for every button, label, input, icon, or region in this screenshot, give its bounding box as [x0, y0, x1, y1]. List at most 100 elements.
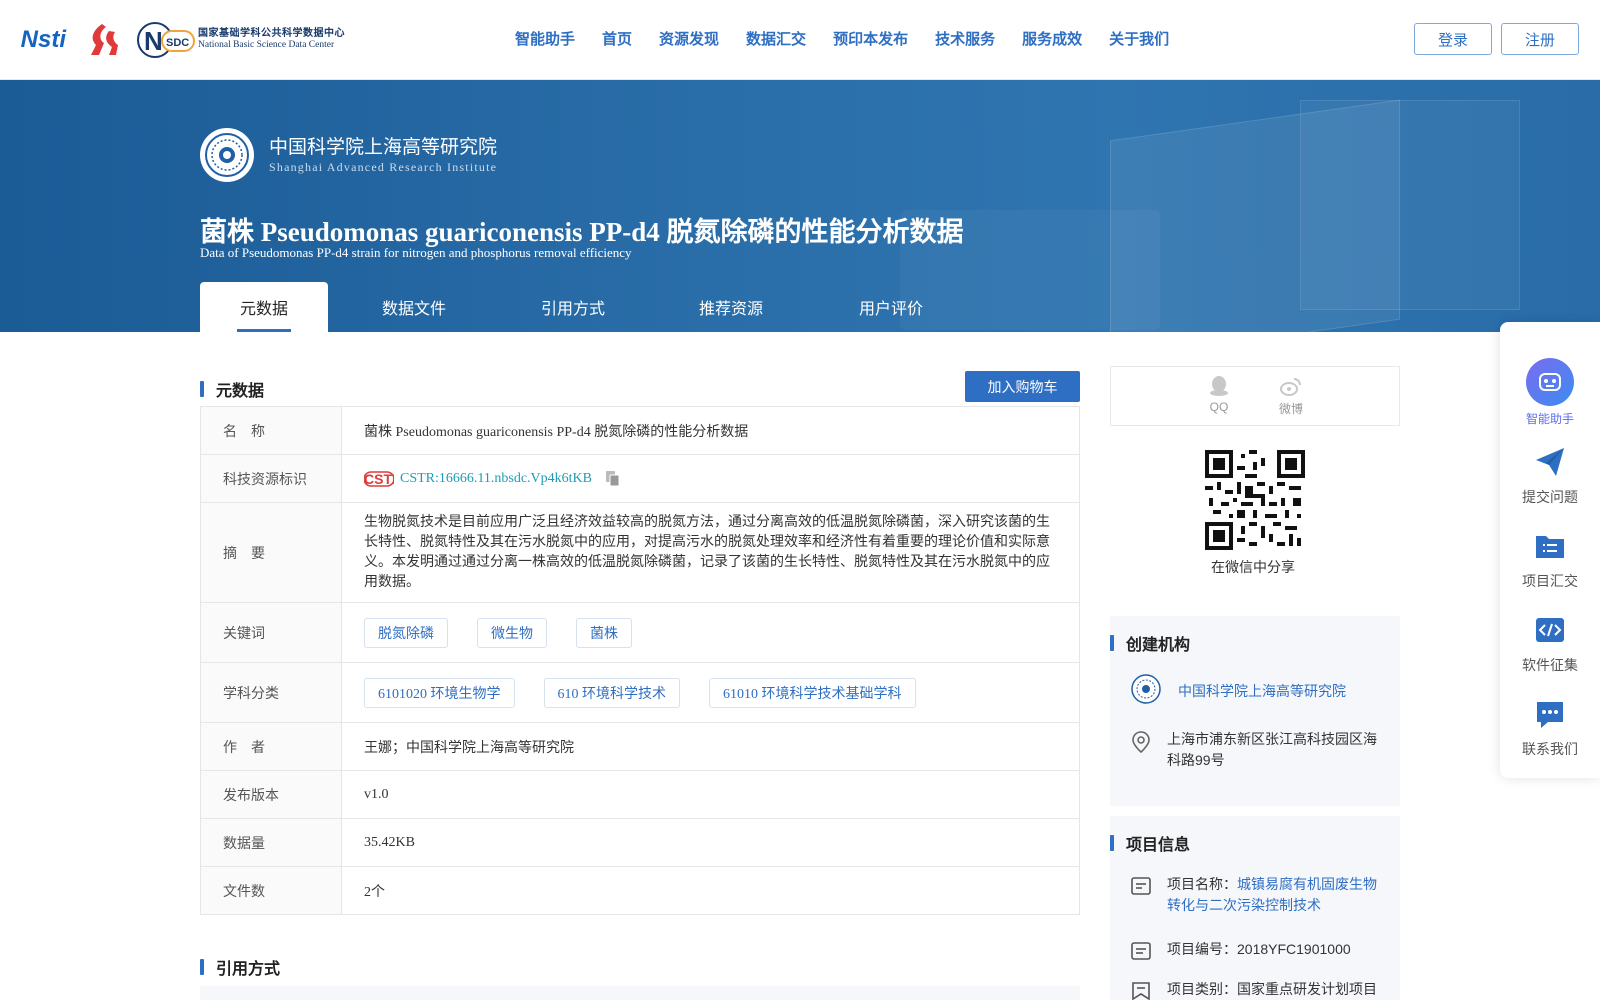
red-swirl-logo[interactable] — [82, 21, 120, 59]
subject-cell: 6101020 环境生物学 610 环境科学技术 61010 环境科学技术基础学… — [342, 663, 1079, 722]
metadata-section-header: 元数据 — [200, 377, 264, 401]
table-row: 学科分类 6101020 环境生物学 610 环境科学技术 61010 环境科学… — [201, 663, 1079, 723]
size-label: 数据量 — [201, 819, 342, 866]
share-box: QQ 微博 — [1110, 366, 1400, 426]
org-address: 上海市浦东新区张江高科技园区海科路99号 — [1167, 731, 1377, 768]
share-qq-button[interactable]: QQ — [1199, 375, 1239, 414]
side-software-label: 软件征集 — [1522, 657, 1578, 673]
side-assistant-label: 智能助手 — [1525, 412, 1574, 426]
nav-about[interactable]: 关于我们 — [1109, 28, 1169, 49]
nsti-logo[interactable]: Nsti — [0, 23, 66, 57]
side-project-submit-label: 项目汇交 — [1522, 573, 1578, 589]
org-name-row: 中国科学院上海高等研究院 — [1131, 672, 1346, 706]
project-type-label: 项目类别： — [1167, 981, 1237, 997]
citation-section-title: 引用方式 — [216, 961, 281, 978]
project-name: 项目名称：城镇易腐有机固废生物转化与二次污染控制技术 — [1167, 874, 1382, 916]
author-value: 王娜；中国科学院上海高等研究院 — [364, 740, 574, 756]
institute-name-en: Shanghai Advanced Research Institute — [269, 160, 498, 174]
project-name-row: 项目名称：城镇易腐有机固废生物转化与二次污染控制技术 — [1131, 874, 1382, 916]
nav-home[interactable]: 首页 — [602, 28, 632, 49]
institute-name-cn: 中国科学院上海高等研究院 — [269, 137, 498, 158]
nav-assistant[interactable]: 智能助手 — [515, 28, 575, 49]
side-submit-question-button[interactable]: 提交问题 — [1500, 446, 1600, 507]
tab-data-files[interactable]: 数据文件 — [328, 282, 500, 332]
name-label: 名 称 — [201, 407, 342, 454]
org-section-header: 创建机构 — [1110, 631, 1190, 655]
add-to-cart-button[interactable]: 加入购物车 — [965, 371, 1080, 402]
weibo-icon — [1280, 378, 1301, 396]
keywords-label: 关键词 — [201, 603, 342, 662]
weibo-label: 微博 — [1278, 402, 1303, 416]
wechat-qr-code — [1205, 450, 1305, 550]
login-button[interactable]: 登录 — [1414, 23, 1492, 55]
project-section-header: 项目信息 — [1110, 831, 1190, 855]
tab-metadata[interactable]: 元数据 — [200, 282, 328, 332]
qq-label: QQ — [1209, 400, 1229, 414]
section-accent-bar — [1110, 635, 1114, 651]
robot-icon — [1526, 358, 1574, 406]
nsdc-en-name: National Basic Science Data Center — [198, 40, 335, 51]
keywords-cell: 脱氮除磷 微生物 菌株 — [342, 603, 1079, 662]
subject-tag[interactable]: 610 环境科学技术 — [543, 677, 680, 708]
section-accent-bar — [1110, 835, 1114, 851]
logo-group: Nsti N SDC 国家基础学科公共科学数据中心 National Basic… — [0, 18, 345, 62]
code-icon — [1536, 618, 1564, 642]
nav-preprint[interactable]: 预印本发布 — [833, 28, 908, 49]
main-nav: 智能助手 首页 资源发现 数据汇交 预印本发布 技术服务 服务成效 关于我们 — [515, 28, 1196, 49]
folder-list-icon — [1536, 536, 1564, 558]
subject-tag[interactable]: 61010 环境科学技术基础学科 — [709, 677, 916, 708]
author-label: 作 者 — [201, 723, 342, 770]
banner-decoration — [1300, 100, 1520, 310]
tab-recommended[interactable]: 推荐资源 — [646, 282, 816, 332]
side-submit-question-label: 提交问题 — [1522, 489, 1578, 505]
table-row: 摘 要 生物脱氮技术是目前应用广泛且经济效益较高的脱氮方法，通过分离高效的低温脱… — [201, 503, 1079, 603]
keyword-tag[interactable]: 菌株 — [576, 617, 632, 648]
table-row: 发布版本 v1.0 — [201, 771, 1079, 819]
project-type-row: 项目类别：国家重点研发计划项目 — [1131, 981, 1377, 1000]
side-assistant-button[interactable]: 智能助手 — [1500, 358, 1600, 427]
register-button[interactable]: 注册 — [1501, 23, 1579, 55]
org-address-row: 上海市浦东新区张江高科技园区海科路99号 — [1131, 731, 1382, 771]
top-header: Nsti N SDC 国家基础学科公共科学数据中心 National Basic… — [0, 0, 1600, 80]
side-project-submit-button[interactable]: 项目汇交 — [1500, 530, 1600, 591]
cstr-link[interactable]: CSTR:16666.11.nbsdc.Vp4k6tKB — [400, 471, 592, 487]
side-contact-button[interactable]: 联系我们 — [1500, 698, 1600, 759]
side-contact-label: 联系我们 — [1522, 741, 1578, 757]
project-section-title: 项目信息 — [1126, 837, 1191, 854]
metadata-table: 名 称 菌株 Pseudomonas guariconensis PP-d4 脱… — [200, 406, 1080, 915]
subject-label: 学科分类 — [201, 663, 342, 722]
identifier-label: 科技资源标识 — [201, 455, 342, 502]
bookmark-icon — [1132, 982, 1150, 1000]
abstract-label: 摘 要 — [201, 503, 342, 602]
nav-outcomes[interactable]: 服务成效 — [1022, 28, 1082, 49]
tab-reviews[interactable]: 用户评价 — [816, 282, 966, 332]
keyword-tag[interactable]: 脱氮除磷 — [364, 617, 448, 648]
detail-tabs: 元数据 数据文件 引用方式 推荐资源 用户评价 — [200, 282, 966, 332]
table-row: 作 者 王娜；中国科学院上海高等研究院 — [201, 723, 1079, 771]
nav-data-submit[interactable]: 数据汇交 — [746, 28, 806, 49]
citation-section-header: 引用方式 — [200, 955, 280, 979]
nav-discovery[interactable]: 资源发现 — [659, 28, 719, 49]
table-row: 数据量 35.42KB — [201, 819, 1079, 867]
project-code-row: 项目编号：2018YFC1901000 — [1131, 939, 1351, 960]
org-section-title: 创建机构 — [1126, 637, 1191, 654]
project-code-value: 2018YFC1901000 — [1237, 941, 1351, 957]
section-accent-bar — [200, 959, 204, 975]
abstract-value: 生物脱氮技术是目前应用广泛且经济效益较高的脱氮方法，通过分离高效的低温脱氮除磷菌… — [364, 514, 1050, 590]
org-name-link[interactable]: 中国科学院上海高等研究院 — [1178, 681, 1346, 701]
project-code-label: 项目编号： — [1167, 941, 1237, 957]
subject-tag[interactable]: 6101020 环境生物学 — [364, 677, 515, 708]
project-code: 项目编号：2018YFC1901000 — [1167, 939, 1351, 960]
share-weibo-button[interactable]: 微博 — [1271, 375, 1311, 417]
table-row: 科技资源标识 CSTR CSTR:16666.11.nbsdc.Vp4k6tKB — [201, 455, 1079, 503]
table-row: 名 称 菌株 Pseudomonas guariconensis PP-d4 脱… — [201, 407, 1079, 455]
tab-citation[interactable]: 引用方式 — [500, 282, 646, 332]
nsdc-mark-icon: N SDC — [137, 22, 195, 58]
keyword-tag[interactable]: 微生物 — [477, 617, 547, 648]
table-row: 关键词 脱氮除磷 微生物 菌株 — [201, 603, 1079, 663]
nav-tech-service[interactable]: 技术服务 — [935, 28, 995, 49]
nsdc-logo[interactable]: N SDC 国家基础学科公共科学数据中心 National Basic Scie… — [136, 21, 345, 59]
copy-icon[interactable] — [606, 470, 620, 487]
section-accent-bar — [200, 381, 204, 397]
side-software-button[interactable]: 软件征集 — [1500, 614, 1600, 675]
